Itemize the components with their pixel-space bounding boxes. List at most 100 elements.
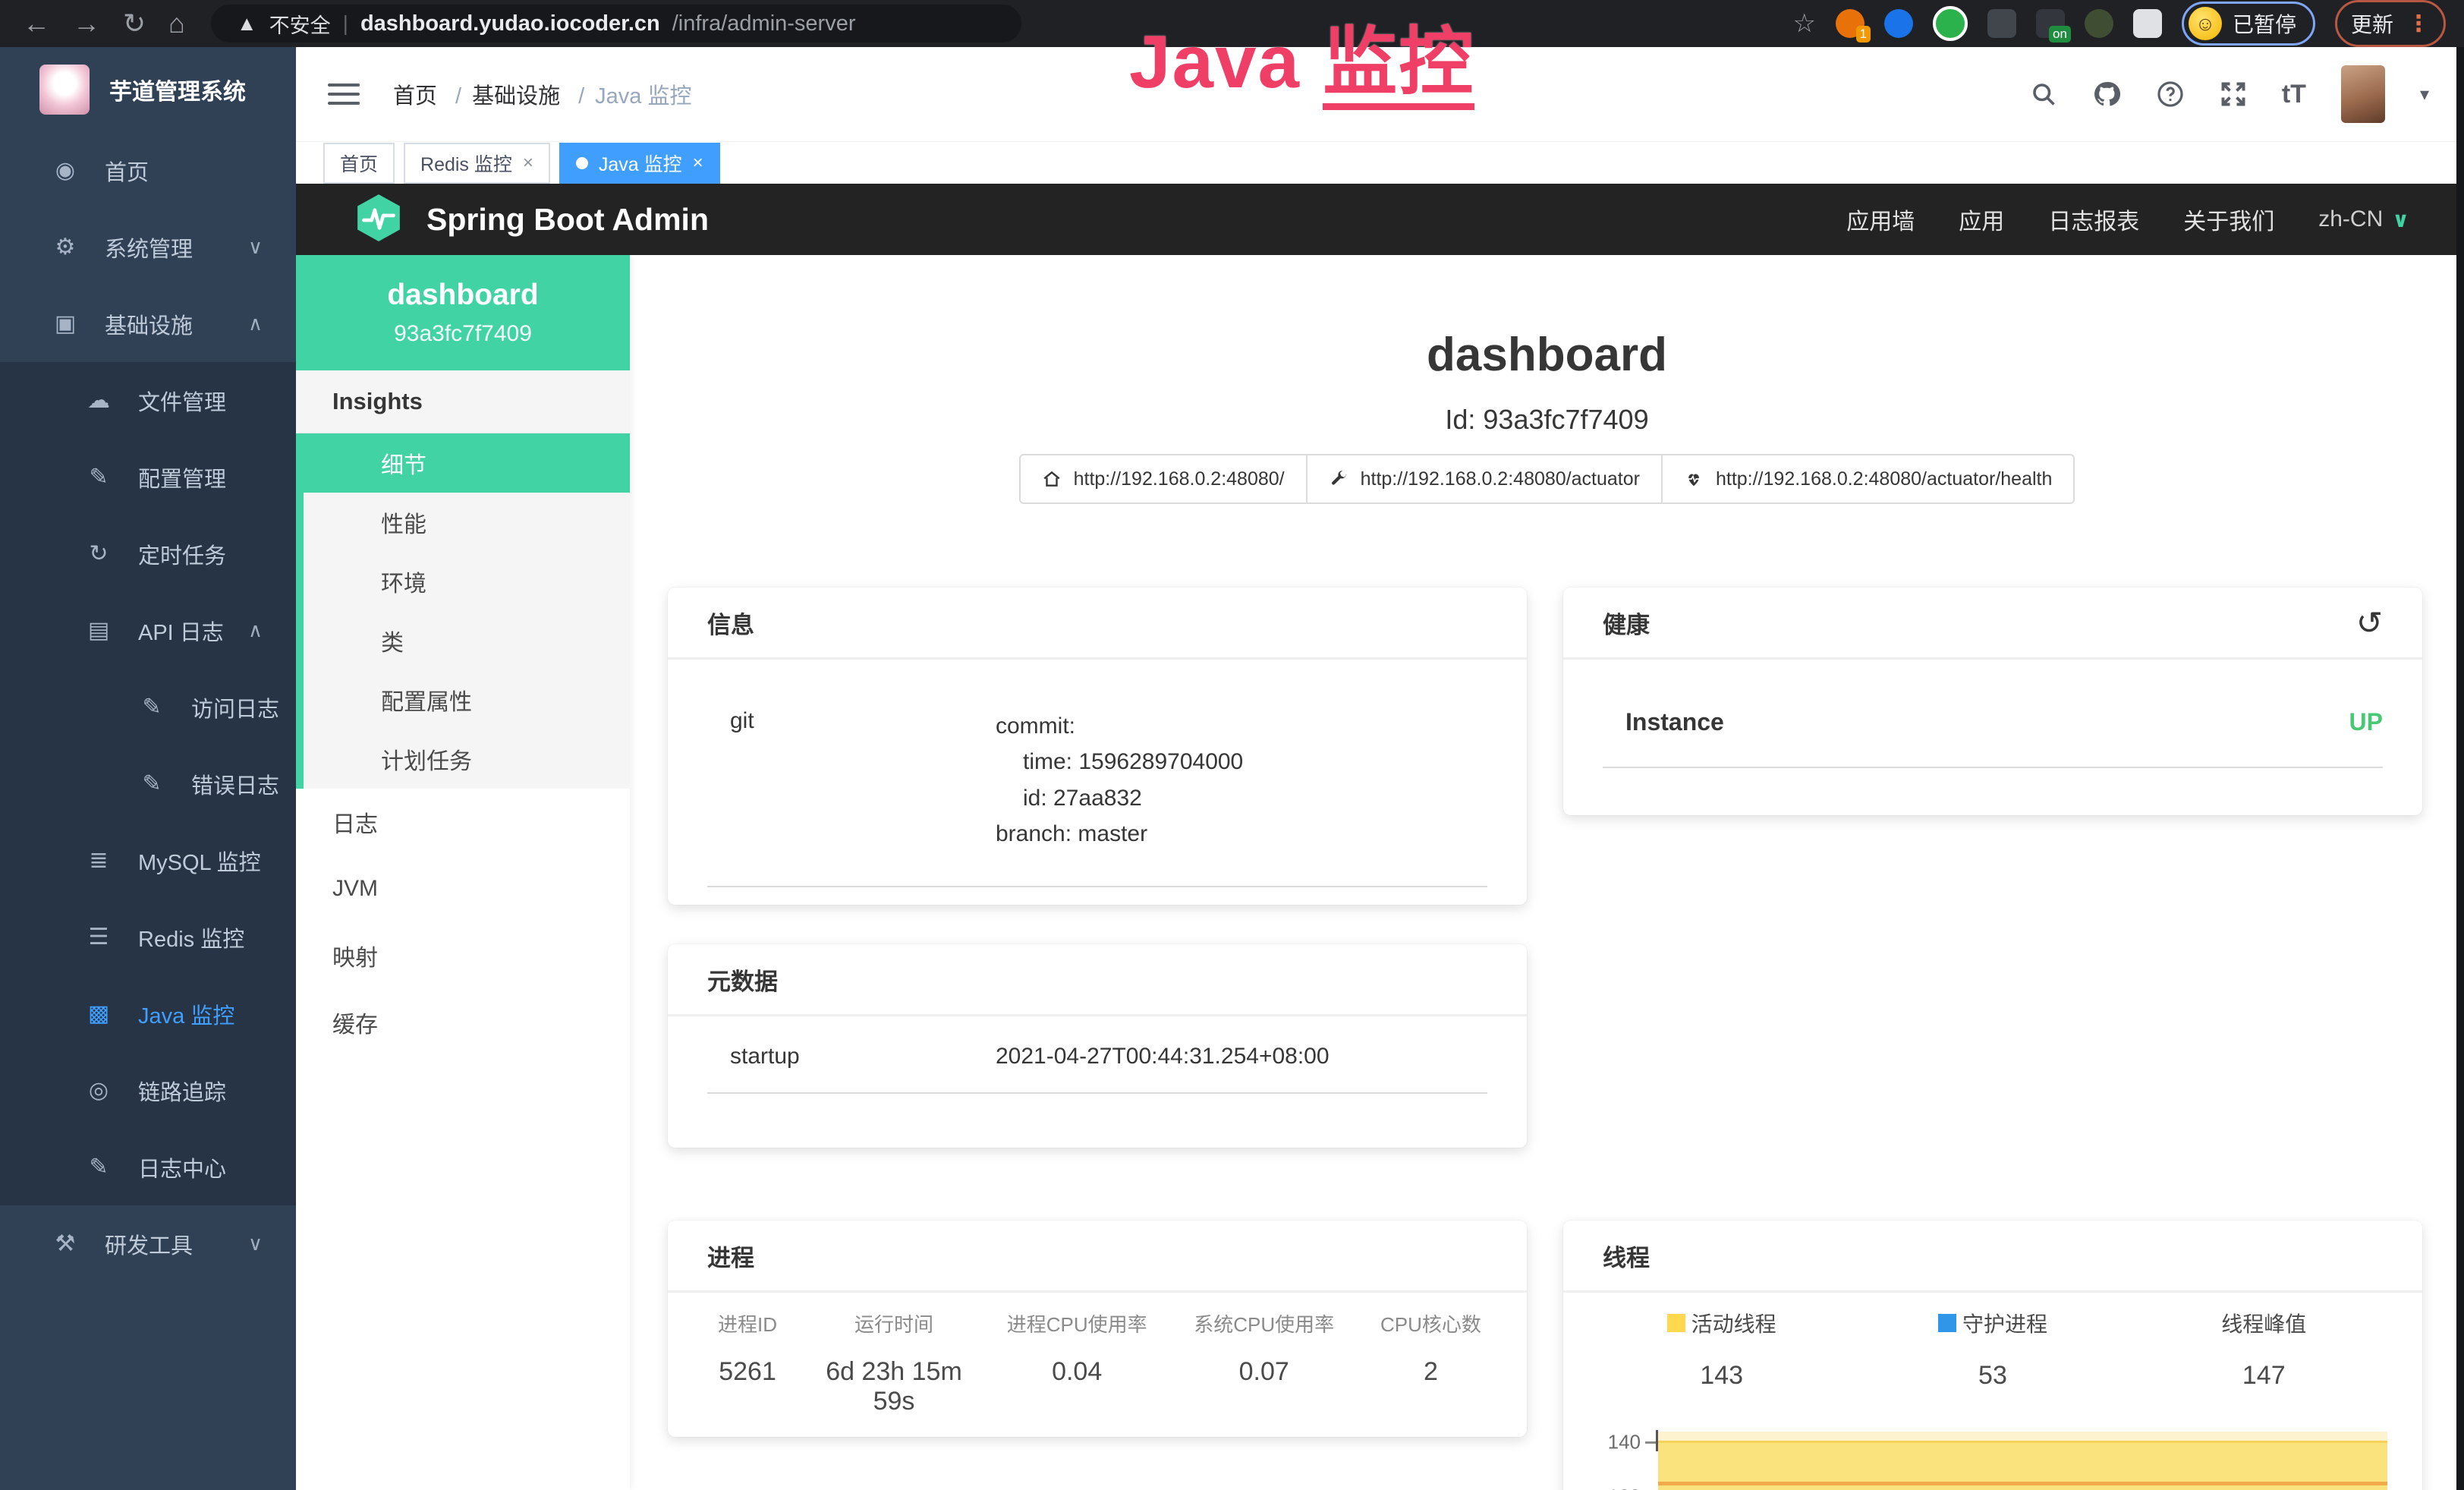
startup-row: startup 2021-04-27T00:44:31.254+08:00 [707, 1044, 1487, 1094]
chevron-down-icon: ∨ [248, 235, 263, 259]
gear-icon: ⚙ [49, 234, 82, 260]
sidebar-item-access-log[interactable]: ✎ 访问日志 [0, 669, 296, 745]
sba-nav-about[interactable]: 关于我们 [2183, 203, 2274, 236]
sba-menu-mappings[interactable]: 映射 [296, 922, 630, 989]
health-url-button[interactable]: http://192.168.0.2:48080/actuator/health [1661, 454, 2075, 504]
annotation-latin: Java [1129, 20, 1301, 103]
git-value: commit: time: 1596289704000 id: 27aa832 … [996, 708, 1487, 852]
instance-health-row: Instance UP [1603, 708, 2383, 768]
sba-menu-scheduled[interactable]: 计划任务 [304, 729, 630, 789]
sidebar-item-mysql-monitor[interactable]: ≣ MySQL 监控 [0, 822, 296, 899]
sidebar-item-system-management[interactable]: ⚙ 系统管理 ∨ [0, 209, 296, 285]
breadcrumb-home[interactable]: 首页 [393, 78, 437, 110]
extension-icon-pin[interactable] [1884, 9, 1913, 38]
sba-menu-caches[interactable]: 缓存 [296, 989, 630, 1056]
browser-update-button[interactable]: 更新 ⋮ [2335, 0, 2446, 47]
sba-menu-metrics[interactable]: 性能 [304, 493, 630, 552]
history-icon[interactable]: ↺ [2356, 604, 2383, 641]
sidebar-item-log-center[interactable]: ✎ 日志中心 [0, 1129, 296, 1205]
admin-sidebar: 芋道管理系统 ◉ 首页 ⚙ 系统管理 ∨ ▣ 基础设施 ∧ ☁ 文件管理 ✎ 配… [0, 47, 296, 1490]
extension-icon-leaf[interactable] [2085, 9, 2113, 38]
management-url-button[interactable]: http://192.168.0.2:48080/actuator [1306, 454, 1663, 504]
browser-menu-kebab-icon[interactable]: ⋮ [2407, 11, 2430, 37]
instance-name: dashboard [387, 279, 538, 312]
insights-menu: 细节 性能 环境 类 配置属性 计划任务 [296, 433, 630, 789]
chevron-down-icon: ∨ [2392, 207, 2409, 232]
live-threads-label: 活动线程 [1691, 1308, 1776, 1338]
url-divider: | [343, 11, 348, 36]
api-log-icon: ▤ [82, 617, 115, 644]
sidebar-item-config-management[interactable]: ✎ 配置管理 [0, 439, 296, 515]
breadcrumb-infrastructure[interactable]: 基础设施 [445, 78, 560, 110]
breadcrumb: 首页 基础设施 Java 监控 [393, 78, 691, 110]
chevron-up-icon: ∧ [248, 619, 263, 642]
close-icon[interactable]: × [523, 153, 533, 174]
sba-menu-environment[interactable]: 环境 [304, 552, 630, 611]
tab-redis-monitor[interactable]: Redis 监控 × [404, 143, 550, 184]
browser-home-icon[interactable]: ⌂ [168, 0, 185, 47]
url-host: dashboard.yudao.iocoder.cn [360, 11, 660, 36]
eye-icon: ◎ [82, 1077, 115, 1104]
peak-threads-value: 147 [2129, 1361, 2399, 1391]
update-label: 更新 [2351, 8, 2393, 39]
url-path: /infra/admin-server [672, 11, 856, 36]
sidebar-item-home[interactable]: ◉ 首页 [0, 132, 296, 209]
sidebar-item-infrastructure[interactable]: ▣ 基础设施 ∧ [0, 285, 296, 362]
profile-emoji-icon: ☺ [2189, 7, 2222, 40]
instance-label: Instance [1603, 708, 1724, 736]
sidebar-item-api-log[interactable]: ▤ API 日志 ∧ [0, 592, 296, 669]
metadata-card-title: 元数据 [668, 944, 1527, 1016]
sba-nav-journal[interactable]: 日志报表 [2048, 203, 2139, 236]
wrench-icon [1329, 469, 1348, 489]
profile-paused-badge[interactable]: ☺ 已暂停 [2182, 2, 2315, 46]
extension-icon-list[interactable]: on [2036, 9, 2065, 38]
instance-id: 93a3fc7f7409 [394, 321, 532, 347]
sba-nav-applications[interactable]: 应用 [1959, 203, 2004, 236]
browser-forward-icon[interactable]: → [73, 0, 100, 47]
sidebar-item-redis-monitor[interactable]: ☰ Redis 监控 [0, 899, 296, 975]
sba-menu-logs[interactable]: 日志 [296, 789, 630, 855]
sba-logo-icon [354, 193, 404, 247]
sidebar-item-java-monitor[interactable]: ▩ Java 监控 [0, 975, 296, 1052]
startup-label: startup [707, 1044, 996, 1069]
sidebar-item-scheduled-tasks[interactable]: ↻ 定时任务 [0, 515, 296, 592]
threads-card: 线程 活动线程 143 守护进程 53 线程峰值 147 [1563, 1221, 2422, 1490]
avatar-caret-icon[interactable]: ▾ [2420, 83, 2429, 106]
health-card-title: 健康 [1603, 606, 1650, 640]
extension-icon-grid[interactable] [1987, 9, 2016, 38]
sba-brand-title[interactable]: Spring Boot Admin [426, 202, 709, 238]
search-icon[interactable] [2030, 80, 2057, 108]
sidebar-item-dev-tools[interactable]: ⚒ 研发工具 ∨ [0, 1205, 296, 1282]
log-center-icon: ✎ [82, 1154, 115, 1180]
sba-menu-classes[interactable]: 类 [304, 611, 630, 670]
sidebar-item-file-management[interactable]: ☁ 文件管理 [0, 362, 296, 439]
user-avatar[interactable] [2341, 65, 2385, 123]
breadcrumb-current: Java 监控 [568, 78, 691, 110]
help-icon[interactable] [2156, 80, 2185, 109]
hamburger-icon[interactable] [328, 77, 360, 111]
app-logo [39, 65, 90, 115]
font-size-icon[interactable]: tT [2282, 80, 2306, 109]
tags-view-bar: 首页 Redis 监控 × Java 监控 × [296, 141, 2464, 184]
sba-menu-details[interactable]: 细节 [296, 433, 630, 493]
url-bar[interactable]: ▲ 不安全 | dashboard.yudao.iocoder.cn /infr… [211, 5, 1021, 43]
sidebar-item-tracing[interactable]: ◎ 链路追踪 [0, 1052, 296, 1129]
extension-icon-orange[interactable]: 1 [1836, 9, 1865, 38]
sidebar-item-error-log[interactable]: ✎ 错误日志 [0, 745, 296, 822]
close-icon[interactable]: × [693, 153, 703, 174]
sba-menu-jvm[interactable]: JVM [296, 855, 630, 922]
fullscreen-icon[interactable] [2220, 80, 2247, 108]
sba-menu-config-props[interactable]: 配置属性 [304, 670, 630, 729]
tab-home[interactable]: 首页 [323, 143, 395, 184]
browser-back-icon[interactable]: ← [23, 0, 50, 47]
extension-icon-puzzle[interactable] [2133, 9, 2162, 38]
sba-locale-select[interactable]: zh-CN ∨ [2318, 206, 2409, 232]
extension-icon-green-y[interactable] [1933, 6, 1968, 41]
tab-java-monitor[interactable]: Java 监控 × [559, 143, 720, 184]
service-url-button[interactable]: http://192.168.0.2:48080/ [1019, 454, 1308, 504]
browser-reload-icon[interactable]: ↻ [123, 0, 146, 47]
bookmark-star-icon[interactable]: ☆ [1792, 8, 1815, 39]
github-icon[interactable] [2092, 80, 2121, 109]
instance-header[interactable]: dashboard 93a3fc7f7409 [296, 255, 630, 370]
sba-nav-wallboard[interactable]: 应用墙 [1846, 203, 1915, 236]
